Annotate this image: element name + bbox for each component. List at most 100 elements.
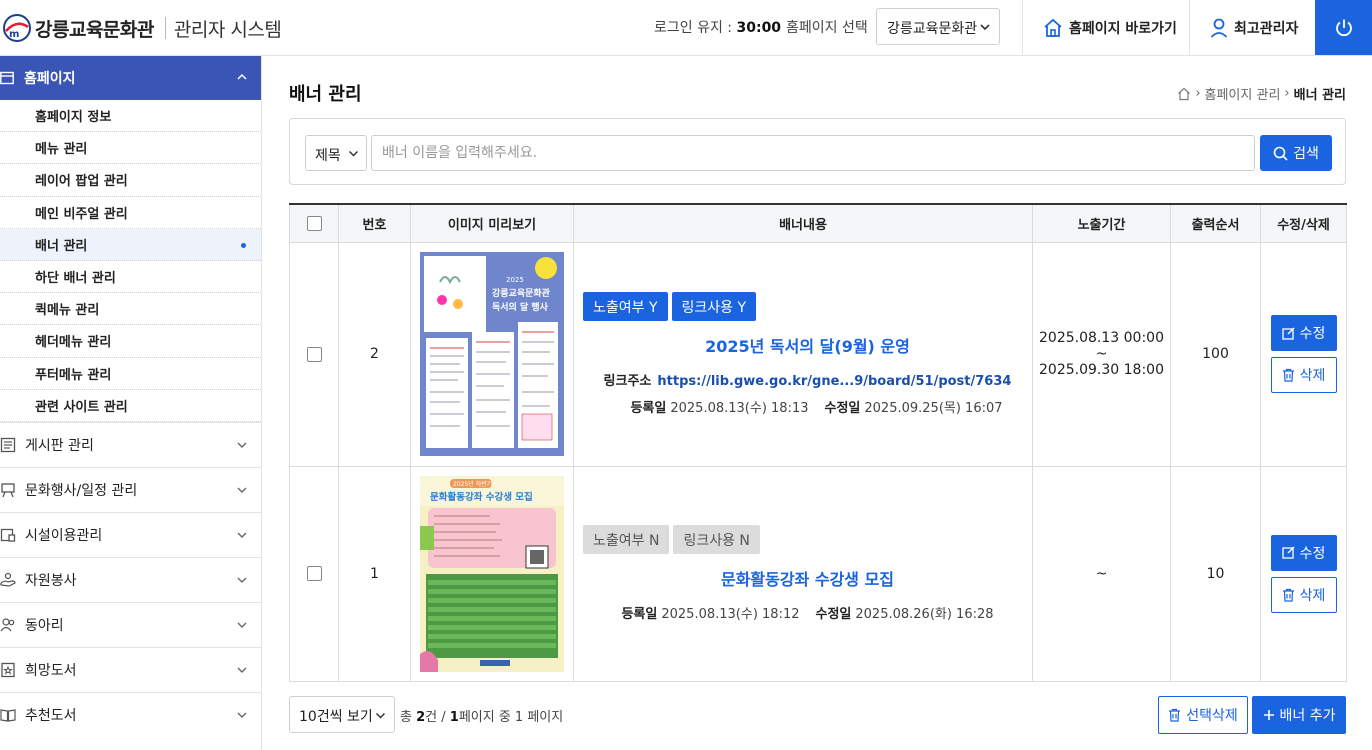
go-homepage-link[interactable]: 홈페이지 바로가기 [1022,0,1190,55]
search-button-label: 검색 [1293,146,1319,162]
chevron-down-icon [237,532,247,538]
link-url[interactable]: https://lib.gwe.go.kr/gne...9/board/51/p… [657,374,1011,389]
total-count: 총 2건 / 1페이지 중 1 페이지 [400,706,563,725]
banner-thumbnail[interactable]: 강릉교육문화관 독서의 달 행사 2025 [420,252,564,456]
sidebar-section-label: 홈페이지 [24,71,76,87]
sidebar-item-banner[interactable]: 배너 관리 [0,228,261,261]
delete-button[interactable]: 삭제 [1270,357,1337,393]
sidebar-section-event[interactable]: 문화행사/일정 관리 [0,466,261,512]
sidebar-section-label: 희망도서 [25,662,77,679]
period-start: 2025.08.13 00:00 ~ [1039,330,1164,362]
edit-button[interactable]: 수정 [1270,534,1337,571]
row-checkbox[interactable] [306,566,322,581]
homepage-select-label: 홈페이지 선택 [786,20,868,36]
sidebar-item-quickmenu[interactable]: 퀵메뉴 관리 [0,293,261,326]
expose-badge: 노출여부 Y [583,292,668,321]
reg-date: 2025.08.13(수) 18:13 [670,401,809,416]
banner-content-cell: 노출여부 N 링크사용 N 문화활동강좌 수강생 모집 등록일 2025.08.1… [573,465,1033,682]
logo-name: 강릉교육문화관 [35,18,154,41]
sidebar-submenu: 홈페이지 정보 메뉴 관리 레이어 팝업 관리 메인 비주얼 관리 배너 관리 … [0,100,261,422]
table-header-row: 번호 이미지 미리보기 배너내용 노출기간 출력순서 수정/삭제 [289,203,1347,243]
svg-text:m: m [9,29,19,40]
select-delete-button[interactable]: 선택삭제 [1158,696,1248,734]
sidebar-section-label: 게시판 관리 [25,437,94,454]
page-title: 배너 관리 [289,84,362,105]
edit-icon [1281,546,1295,559]
sidebar-section-volunteer[interactable]: 자원봉사 [0,556,261,602]
sidebar-item-layer-popup[interactable]: 레이어 팝업 관리 [0,164,261,197]
sidebar-section-homepage[interactable]: 홈페이지 [0,56,261,100]
session-time: 30:00 [736,20,782,36]
chevron-down-icon [237,667,247,673]
banner-dates: 등록일 2025.08.13(수) 18:13 수정일 2025.09.25(목) 1… [583,397,1032,416]
thumbnail-text: 2025 [506,276,524,284]
select-delete-label: 선택삭제 [1186,708,1238,724]
search-input[interactable] [371,135,1255,171]
column-header: 출력순서 [1170,203,1261,243]
sidebar-item-label: 푸터메뉴 관리 [35,367,112,383]
go-homepage-label: 홈페이지 바로가기 [1069,20,1177,37]
breadcrumb-item[interactable]: 홈페이지 관리 [1205,84,1281,103]
volunteer-icon [0,572,16,587]
actions-cell: 수정 삭제 [1260,241,1347,467]
session-timer: 로그인 유지 : 30:00 [654,17,781,37]
chevron-down-icon [237,442,247,448]
browser-icon [0,71,14,85]
homepage-select[interactable]: 강릉교육문화관 [876,8,1000,45]
sidebar-item-header-menu[interactable]: 헤더메뉴 관리 [0,325,261,358]
sidebar-item-menu[interactable]: 메뉴 관리 [0,132,261,165]
sidebar-section-board[interactable]: 게시판 관리 [0,421,261,467]
recommend-book-icon [0,709,16,722]
breadcrumb-separator: › [1195,86,1201,101]
sidebar-item-label: 메뉴 관리 [35,142,88,158]
sidebar-item-label: 퀵메뉴 관리 [35,303,100,319]
row-checkbox[interactable] [306,346,322,362]
logo-subtitle: 관리자 시스템 [173,18,282,41]
sidebar-item-related-sites[interactable]: 관련 사이트 관리 [0,390,261,422]
banner-title[interactable]: 2025년 독서의 달(9월) 운영 [583,333,1032,357]
admin-profile[interactable]: 최고관리자 [1189,0,1315,55]
logout-button[interactable] [1315,0,1372,55]
thumbnail-text: 독서의 달 행사 [492,301,549,313]
home-icon[interactable] [1177,87,1191,101]
delete-button[interactable]: 삭제 [1270,576,1337,613]
table-row: 1 2025년 하반기 문화활동강좌 수강생 모집 노출여부 N 링크사용 N … [289,465,1347,682]
expose-badge: 노출여부 N [583,525,670,554]
mod-label: 수정일 [824,401,861,416]
select-all-checkbox[interactable] [306,215,322,231]
delete-label: 삭제 [1299,587,1326,604]
main-content: 배너 관리 › 홈페이지 관리 › 배너 관리 제목 검색 번호 이미지 미리보… [262,56,1372,750]
sidebar-item-bottom-banner[interactable]: 하단 배너 관리 [0,261,261,294]
sidebar-item-main-visual[interactable]: 메인 비주얼 관리 [0,197,261,229]
banner-thumbnail[interactable]: 2025년 하반기 문화활동강좌 수강생 모집 [420,475,564,672]
logo[interactable]: m 강릉교육문화관 관리자 시스템 [0,10,282,46]
plus-icon [1263,710,1274,720]
power-icon [1335,19,1352,36]
banner-link: 링크주소 https://lib.gwe.go.kr/gne...9/board/… [583,370,1032,389]
banner-title[interactable]: 문화활동강좌 수강생 모집 [583,566,1032,590]
sidebar-section-label: 시설이용관리 [25,527,103,544]
reg-label: 등록일 [621,607,658,622]
sidebar-item-label: 헤더메뉴 관리 [35,335,112,351]
search-field-select[interactable]: 제목 [305,135,367,171]
sidebar-item-homepage-info[interactable]: 홈페이지 정보 [0,100,261,133]
sidebar-section-wish-book[interactable]: 희망도서 [0,646,261,692]
banner-content-cell: 노출여부 Y 링크사용 Y 2025년 독서의 달(9월) 운영 링크주소 htt… [573,241,1033,467]
actions-cell: 수정 삭제 [1260,465,1347,682]
add-banner-label: 배너 추가 [1279,708,1336,724]
sidebar-item-footer-menu[interactable]: 푸터메뉴 관리 [0,358,261,390]
session-label: 로그인 유지 : [654,20,733,36]
breadcrumb-current: 배너 관리 [1293,88,1346,103]
sidebar-section-facility[interactable]: 시설이용관리 [0,511,261,557]
sidebar-section-club[interactable]: 동아리 [0,601,261,647]
search-button[interactable]: 검색 [1260,135,1332,171]
total-count-value: 2 [416,710,426,725]
add-banner-button[interactable]: 배너 추가 [1252,696,1346,734]
row-number: 1 [338,465,411,682]
thumbnail-text: 문화활동강좌 수강생 모집 [430,491,533,503]
sidebar-section-recommend-book[interactable]: 추천도서 [0,691,261,737]
page-size-select[interactable]: 10건씩 보기 [289,696,395,733]
chevron-down-icon [980,24,990,31]
edit-button[interactable]: 수정 [1270,315,1337,351]
homepage-select-value: 강릉교육문화관 [887,21,978,37]
